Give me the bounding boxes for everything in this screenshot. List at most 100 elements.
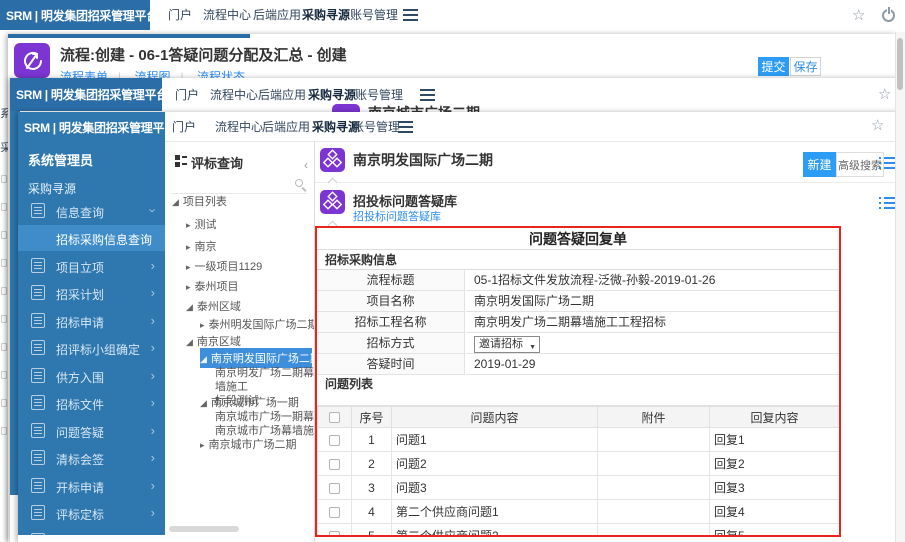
advanced-search-button[interactable]: 高级搜索 (836, 152, 884, 177)
library-cubes-icon (320, 190, 345, 214)
col-header-reply: 回复内容 (710, 407, 840, 428)
new-button[interactable]: 新建 (803, 152, 836, 177)
tree-node-nanjing-region[interactable]: ◢南京区域 (186, 333, 241, 349)
tree-node-level1-project[interactable]: ▸一级项目1129 (186, 258, 262, 274)
document-icon (31, 313, 45, 328)
save-button[interactable]: 保存 (790, 57, 821, 76)
tree-collapsed-icon[interactable]: ▸ (186, 220, 191, 230)
list-view-icon[interactable] (879, 197, 896, 210)
content-panel: 南京明发国际广场二期 新建 高级搜索 招投标问题答疑库 招投标问题答疑库 问题答… (315, 142, 905, 542)
tree-node-project-list[interactable]: ◢项目列表 (172, 193, 227, 209)
nav-backend-apps[interactable]: 后端应用 (258, 80, 306, 110)
sidebar-item-label: 项目立项 (56, 259, 104, 276)
nav-account[interactable]: 账号管理 (352, 112, 400, 142)
sidebar-item-bid-opening-application[interactable]: 开标申请 › (18, 473, 165, 499)
row-checkbox[interactable] (329, 531, 340, 537)
favorite-star-icon[interactable]: ☆ (878, 87, 891, 102)
tree-node-nanjing-mingfa-plaza-selected[interactable]: ◢ 南京明发国际广场二期 (200, 348, 312, 368)
tree-collapsed-icon[interactable]: ▸ (200, 440, 205, 450)
tree-collapsed-icon[interactable]: ▸ (186, 282, 191, 292)
vertical-scrollbar-thumb[interactable] (897, 38, 903, 90)
row-checkbox[interactable] (329, 459, 340, 470)
sidebar-item-bid-application[interactable]: 招标申请 › (18, 308, 165, 334)
tree-expanded-icon[interactable]: ◢ (186, 302, 193, 312)
nav-portal[interactable]: 门户 (168, 0, 192, 30)
row-no: 4 (352, 500, 392, 524)
tree-node-nanjing-city-plaza-2[interactable]: ▸南京城市广场二期 (200, 436, 297, 452)
favorite-star-icon[interactable]: ☆ (852, 8, 865, 23)
bid-method-select[interactable]: 邀请招标 (474, 336, 540, 353)
tree-expanded-icon[interactable]: ◢ (172, 197, 179, 207)
row-no: 2 (352, 452, 392, 476)
row-attachment (598, 476, 710, 500)
tree-search-input[interactable] (171, 174, 307, 194)
menu-hamburger-icon[interactable] (398, 126, 413, 128)
tree-node-taizhou-project[interactable]: ▸泰州项目 (186, 278, 239, 294)
vertical-scrollbar-track[interactable] (895, 32, 905, 542)
tree-expanded-icon[interactable]: ◢ (200, 354, 207, 364)
app-logo: SRM | 明发集团招采管理平台 (10, 78, 162, 111)
question-list-heading: 问题列表 (317, 375, 839, 393)
form-row: 答疑时间 2019-01-29 (317, 354, 839, 375)
window1-menu-fragment (1, 315, 7, 323)
form-title: 问题答疑回复单 (317, 228, 839, 250)
nav-portal[interactable]: 门户 (172, 112, 196, 142)
sidebar-module-label: 采购寻源 (28, 180, 76, 197)
tree-node-nanjing[interactable]: ▸南京 (186, 238, 217, 254)
tree-expanded-icon[interactable]: ◢ (200, 398, 207, 408)
sidebar-item-bid-documents[interactable]: 招标文件 › (18, 390, 165, 416)
submit-button[interactable]: 提交 (758, 57, 789, 76)
collapse-panel-icon[interactable]: ‹ (304, 158, 308, 172)
sidebar-item-bid-evaluation-award[interactable]: 评标定标 › (18, 500, 165, 526)
document-icon (31, 533, 45, 535)
row-checkbox[interactable] (329, 483, 340, 494)
tree-node-taizhou-region[interactable]: ◢ 泰州区域 (186, 298, 241, 314)
window2-top-strip (8, 34, 250, 38)
row-question: 第二个供应商问题2 (392, 524, 598, 538)
power-icon[interactable] (882, 9, 895, 22)
search-icon[interactable] (295, 179, 303, 187)
tree-node-label: 南京明发国际广场二期 (211, 353, 315, 365)
sidebar-item-project-initiation[interactable]: 项目立项 › (18, 253, 165, 279)
nav-backend-apps[interactable]: 后端应用 (253, 0, 301, 30)
sidebar-item-info-send[interactable]: 信息发送 › (18, 528, 165, 535)
menu-hamburger-icon[interactable] (420, 94, 435, 96)
horizontal-scrollbar[interactable] (169, 526, 239, 532)
tree-panel-title: 评标查询 (191, 153, 243, 172)
nav-process-center[interactable]: 流程中心 (215, 112, 263, 142)
sidebar-item-supplier-shortlist[interactable]: 供方入围 › (18, 363, 165, 389)
tree-collapsed-icon[interactable]: ▸ (186, 242, 191, 252)
tree-node-taizhou-mingfa-plaza[interactable]: ▸泰州明发国际广场二期 (200, 316, 315, 332)
row-checkbox[interactable] (329, 507, 340, 518)
chevron-down-icon: › (145, 208, 160, 212)
app-logo: SRM | 明发集团招采管理平台 (0, 0, 150, 30)
sidebar-item-question-answer[interactable]: 问题答疑 › (18, 418, 165, 444)
tree-collapsed-icon[interactable]: ▸ (186, 262, 191, 272)
tree-node-test[interactable]: ▸测试 (186, 216, 217, 232)
nav-process-center[interactable]: 流程中心 (203, 0, 251, 30)
select-all-checkbox[interactable] (329, 412, 340, 423)
list-view-icon[interactable] (879, 157, 896, 170)
tree-collapsed-icon[interactable]: ▸ (200, 320, 205, 330)
sidebar-item-bid-purchase-info-query[interactable]: 招标采购信息查询 (18, 225, 165, 251)
nav-portal[interactable]: 门户 (175, 80, 199, 110)
sidebar-item-bid-clarification-sign[interactable]: 清标会签 › (18, 445, 165, 471)
nav-backend-apps[interactable]: 后端应用 (262, 112, 310, 142)
nav-process-center[interactable]: 流程中心 (210, 80, 258, 110)
bid-info-heading: 招标采购信息 (317, 250, 839, 270)
tree-node-label: 泰州区域 (197, 301, 241, 313)
section-link[interactable]: 招投标问题答疑库 (353, 208, 441, 224)
menu-hamburger-icon[interactable] (403, 14, 418, 16)
nav-account[interactable]: 账号管理 (350, 0, 398, 30)
sidebar-item-label: 清标会签 (56, 451, 104, 468)
sidebar-item-evaluation-group[interactable]: 招评标小组确定 › (18, 335, 165, 361)
nav-sourcing[interactable]: 采购寻源 (302, 0, 350, 30)
favorite-star-icon[interactable]: ☆ (871, 118, 884, 133)
sidebar-item-info-query[interactable]: 信息查询 › (18, 198, 165, 224)
row-checkbox[interactable] (329, 435, 340, 446)
question-reply-form: 问题答疑回复单 招标采购信息 流程标题 05-1招标文件发放流程-泛微-孙毅-2… (315, 226, 841, 537)
select-all-cell (318, 407, 352, 428)
sidebar-item-procurement-plan[interactable]: 招采计划 › (18, 280, 165, 306)
tree-expanded-icon[interactable]: ◢ (186, 337, 193, 347)
question-list-toolbar (317, 393, 839, 406)
